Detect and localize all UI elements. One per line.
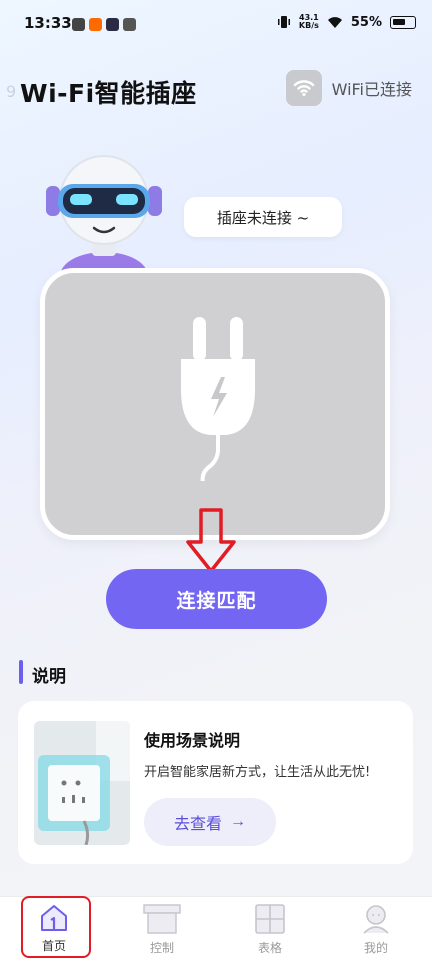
app-notification-icon	[72, 18, 85, 31]
status-time: 13:33	[24, 14, 72, 32]
network-speed: 43.1 KB/s	[299, 14, 319, 30]
wifi-icon	[285, 70, 322, 106]
wifi-status[interactable]: WiFi已连接	[285, 70, 412, 106]
profile-icon	[363, 905, 389, 934]
app-notification-icon	[106, 18, 119, 31]
section-title: 说明	[32, 667, 66, 687]
speech-bubble: 插座未连接 ~	[184, 197, 342, 237]
vibrate-icon	[277, 16, 290, 28]
background-watermark-text: 9	[6, 82, 17, 101]
arrow-right-icon: →	[230, 813, 246, 830]
connect-pair-button[interactable]: 连接匹配	[106, 569, 327, 629]
robot-mascot-icon	[46, 155, 162, 278]
scene-card[interactable]: 使用场景说明 开启智能家居新方式，让生活从此无忧! 去查看 →	[18, 701, 413, 864]
wifi-status-label: WiFi已连接	[331, 80, 412, 99]
net-speed-unit: KB/s	[298, 21, 319, 30]
scene-title: 使用场景说明	[144, 731, 241, 750]
tab-label: 控制	[149, 941, 174, 955]
view-details-button[interactable]: 去查看 →	[144, 798, 276, 846]
wifi-signal-icon	[327, 16, 342, 28]
device-card	[40, 268, 390, 540]
app-notification-icon	[89, 18, 102, 31]
scene-thumbnail	[34, 721, 130, 845]
status-bar: 13:33 43.1 KB/s 55%	[0, 0, 432, 52]
battery-icon	[390, 15, 416, 29]
tab-profile[interactable]: 我的	[336, 897, 416, 963]
battery-percent: 55%	[350, 14, 382, 30]
view-button-label: 去查看	[173, 816, 222, 833]
arrow-down-icon	[186, 508, 236, 573]
control-icon	[143, 904, 181, 934]
page-title: Wi-Fi智能插座	[20, 79, 197, 108]
app-notification-icon	[123, 18, 136, 31]
section-accent-bar	[19, 660, 23, 684]
tab-label: 我的	[363, 941, 388, 955]
tab-label: 表格	[257, 941, 282, 955]
active-tab-highlight	[21, 896, 91, 958]
scene-description: 开启智能家居新方式，让生活从此无忧!	[144, 765, 371, 780]
tab-table[interactable]: 表格	[230, 897, 310, 963]
plug-icon	[181, 317, 255, 481]
table-icon	[255, 904, 285, 934]
tab-control[interactable]: 控制	[122, 897, 202, 963]
